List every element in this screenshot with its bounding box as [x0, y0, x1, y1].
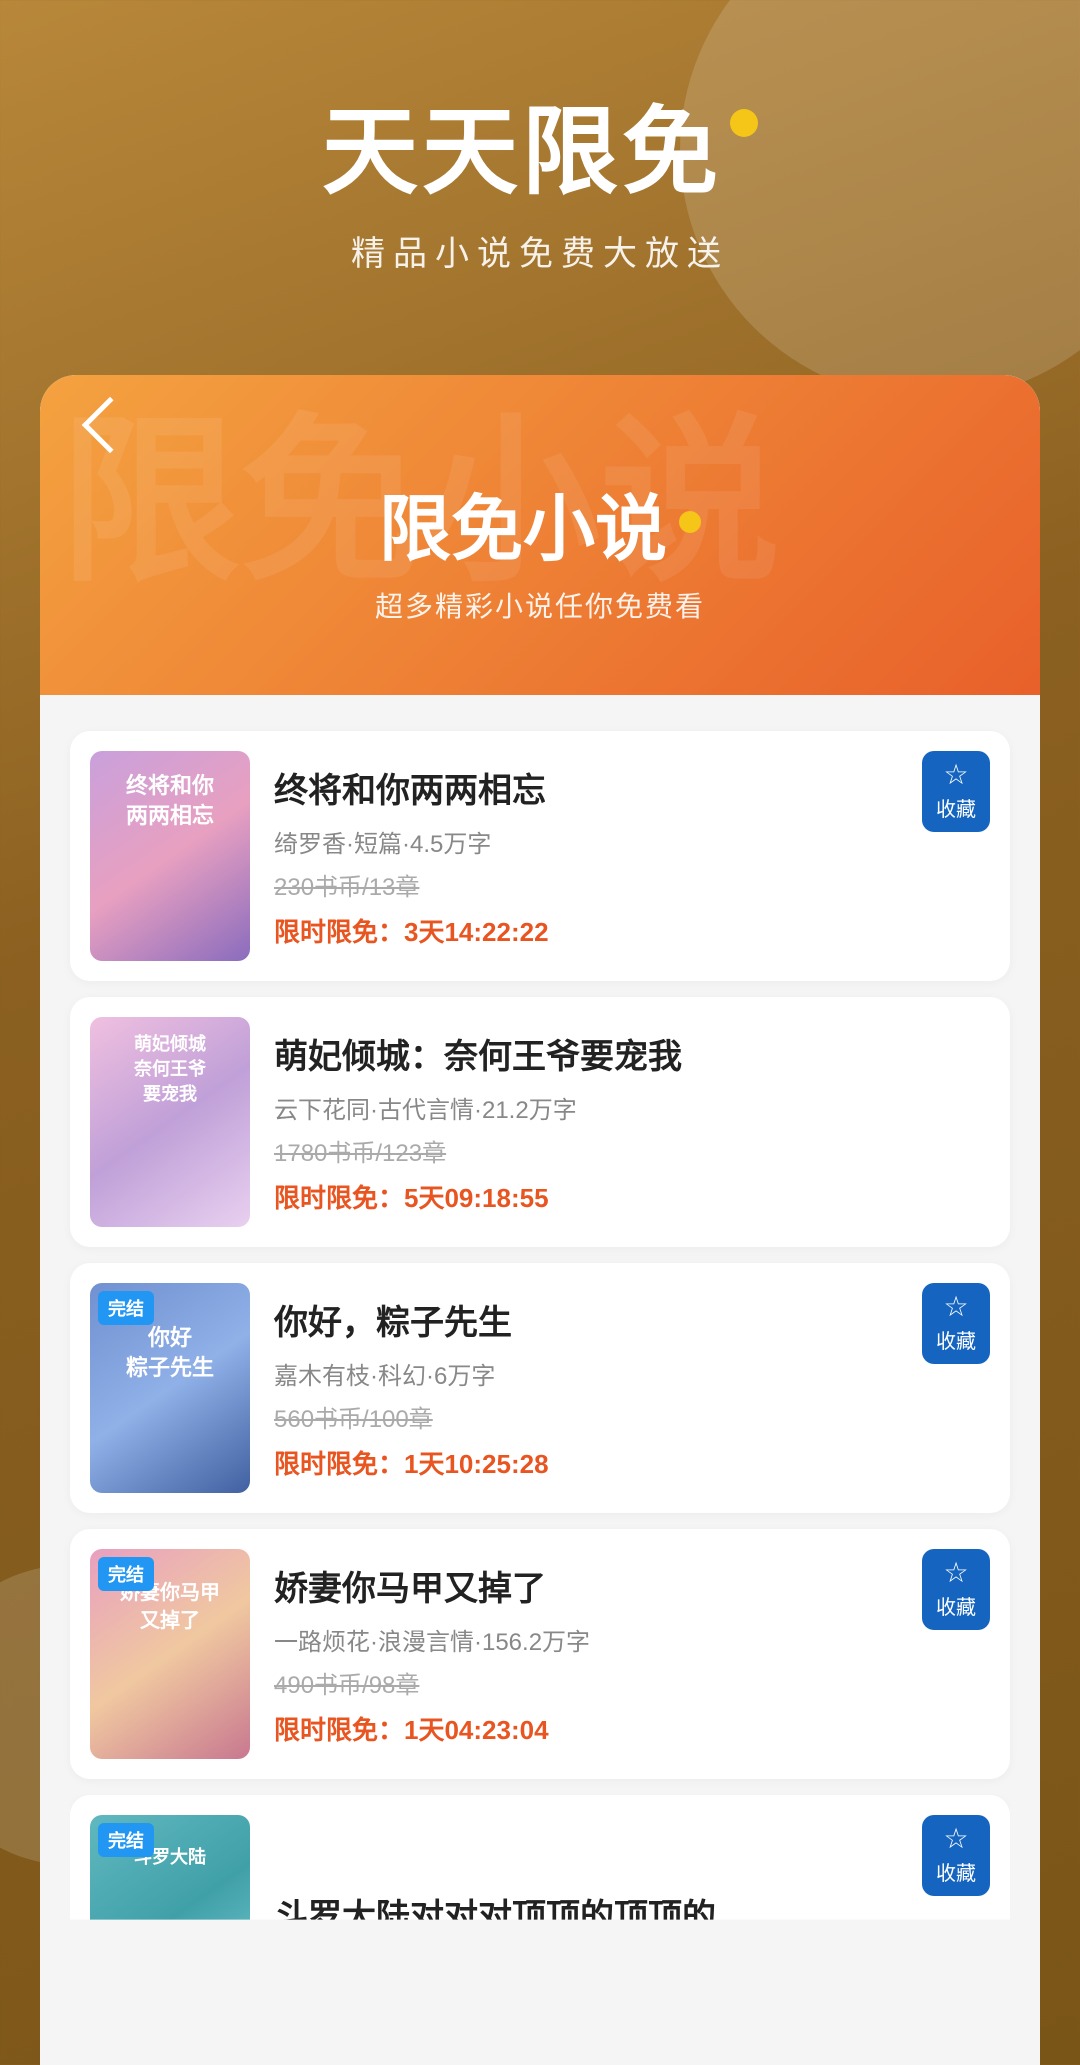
book-countdown: 限时限免：3天14:22:22 — [274, 912, 990, 949]
hero-title-text: 天天限免 — [322, 100, 722, 206]
book-price: 1780书币/123章 — [274, 1133, 990, 1168]
book-cover: 完结 娇妻你马甲又掉了 — [90, 1549, 250, 1759]
collect-label: 收藏 — [936, 793, 976, 822]
book-item[interactable]: 终将和你两两相忘 终将和你两两相忘 绮罗香·短篇·4.5万字 230书币/13章… — [70, 731, 1010, 981]
cover-title: 终将和你两两相忘 — [90, 751, 250, 853]
collect-button[interactable]: ☆ 收藏 — [922, 1283, 990, 1364]
collect-button[interactable]: ☆ 收藏 — [922, 1815, 990, 1896]
card-header-subtitle: 超多精彩小说任你免费看 — [80, 585, 1000, 625]
collect-button[interactable]: ☆ 收藏 — [922, 1549, 990, 1630]
book-meta: 嘉木有枝·科幻·6万字 — [274, 1356, 990, 1391]
book-price: 560书币/100章 — [274, 1399, 990, 1434]
card-header-title-dot — [679, 511, 701, 533]
book-info: 娇妻你马甲又掉了 一路烦花·浪漫言情·156.2万字 490书币/98章 限时限… — [274, 1561, 990, 1747]
back-button[interactable] — [40, 375, 170, 460]
card-header-title-text: 限免小说 — [379, 470, 667, 575]
collect-label: 收藏 — [936, 1591, 976, 1620]
hero-subtitle: 精品小说免费大放送 — [40, 226, 1040, 275]
book-meta: 绮罗香·短篇·4.5万字 — [274, 824, 990, 859]
card-header-title: 限免小说 — [80, 470, 1000, 575]
hero-title-dot — [730, 109, 758, 137]
star-icon: ☆ — [943, 761, 968, 789]
back-arrow-icon — [82, 396, 139, 453]
card-header: 限免小说 限免小说 超多精彩小说任你免费看 — [40, 375, 1040, 695]
book-countdown: 限时限免：1天04:23:04 — [274, 1710, 990, 1747]
book-countdown: 限时限免：5天09:18:55 — [274, 1178, 990, 1215]
completed-badge: 完结 — [98, 1557, 154, 1591]
book-countdown: 限时限免：1天10:25:28 — [274, 1444, 990, 1481]
book-meta: 云下花同·古代言情·21.2万字 — [274, 1090, 990, 1125]
book-price: 230书币/13章 — [274, 867, 990, 902]
hero-title: 天天限免 — [40, 100, 1040, 206]
book-meta: 一路烦花·浪漫言情·156.2万字 — [274, 1622, 990, 1657]
collect-label: 收藏 — [936, 1857, 976, 1886]
book-info: 你好，粽子先生 嘉木有枝·科幻·6万字 560书币/100章 限时限免：1天10… — [274, 1295, 990, 1481]
book-title: 萌妃倾城：奈何王爷要宠我 — [274, 1029, 990, 1078]
book-title: 你好，粽子先生 — [274, 1295, 990, 1344]
star-icon: ☆ — [943, 1559, 968, 1587]
book-title: 娇妻你马甲又掉了 — [274, 1561, 990, 1610]
hero-section: 天天限免 精品小说免费大放送 — [0, 0, 1080, 335]
star-icon: ☆ — [943, 1825, 968, 1853]
book-title: 终将和你两两相忘 — [274, 763, 990, 812]
book-list: 终将和你两两相忘 终将和你两两相忘 绮罗香·短篇·4.5万字 230书币/13章… — [40, 695, 1040, 2065]
book-title: 斗罗大陆对对对顶顶的顶顶的 — [274, 1889, 990, 1938]
book-item[interactable]: 完结 你好粽子先生 你好，粽子先生 嘉木有枝·科幻·6万字 560书币/100章… — [70, 1263, 1010, 1513]
book-item[interactable]: 完结 娇妻你马甲又掉了 娇妻你马甲又掉了 一路烦花·浪漫言情·156.2万字 4… — [70, 1529, 1010, 1779]
book-cover: 萌妃倾城奈何王爷要宠我 — [90, 1017, 250, 1227]
book-price: 490书币/98章 — [274, 1665, 990, 1700]
book-info: 萌妃倾城：奈何王爷要宠我 云下花同·古代言情·21.2万字 1780书币/123… — [274, 1029, 990, 1215]
main-card: 限免小说 限免小说 超多精彩小说任你免费看 终将和你两两相忘 终将和你两两相忘 … — [40, 375, 1040, 2065]
completed-badge: 完结 — [98, 1291, 154, 1325]
cover-title: 萌妃倾城奈何王爷要宠我 — [90, 1017, 250, 1123]
collect-button[interactable]: ☆ 收藏 — [922, 751, 990, 832]
book-item[interactable]: 萌妃倾城奈何王爷要宠我 萌妃倾城：奈何王爷要宠我 云下花同·古代言情·21.2万… — [70, 997, 1010, 1247]
completed-badge: 完结 — [98, 1823, 154, 1857]
card-header-content: 限免小说 超多精彩小说任你免费看 — [40, 460, 1040, 635]
book-cover: 完结 你好粽子先生 — [90, 1283, 250, 1493]
star-icon: ☆ — [943, 1293, 968, 1321]
book-cover: 终将和你两两相忘 — [90, 751, 250, 961]
book-info: 终将和你两两相忘 绮罗香·短篇·4.5万字 230书币/13章 限时限免：3天1… — [274, 763, 990, 949]
collect-label: 收藏 — [936, 1325, 976, 1354]
